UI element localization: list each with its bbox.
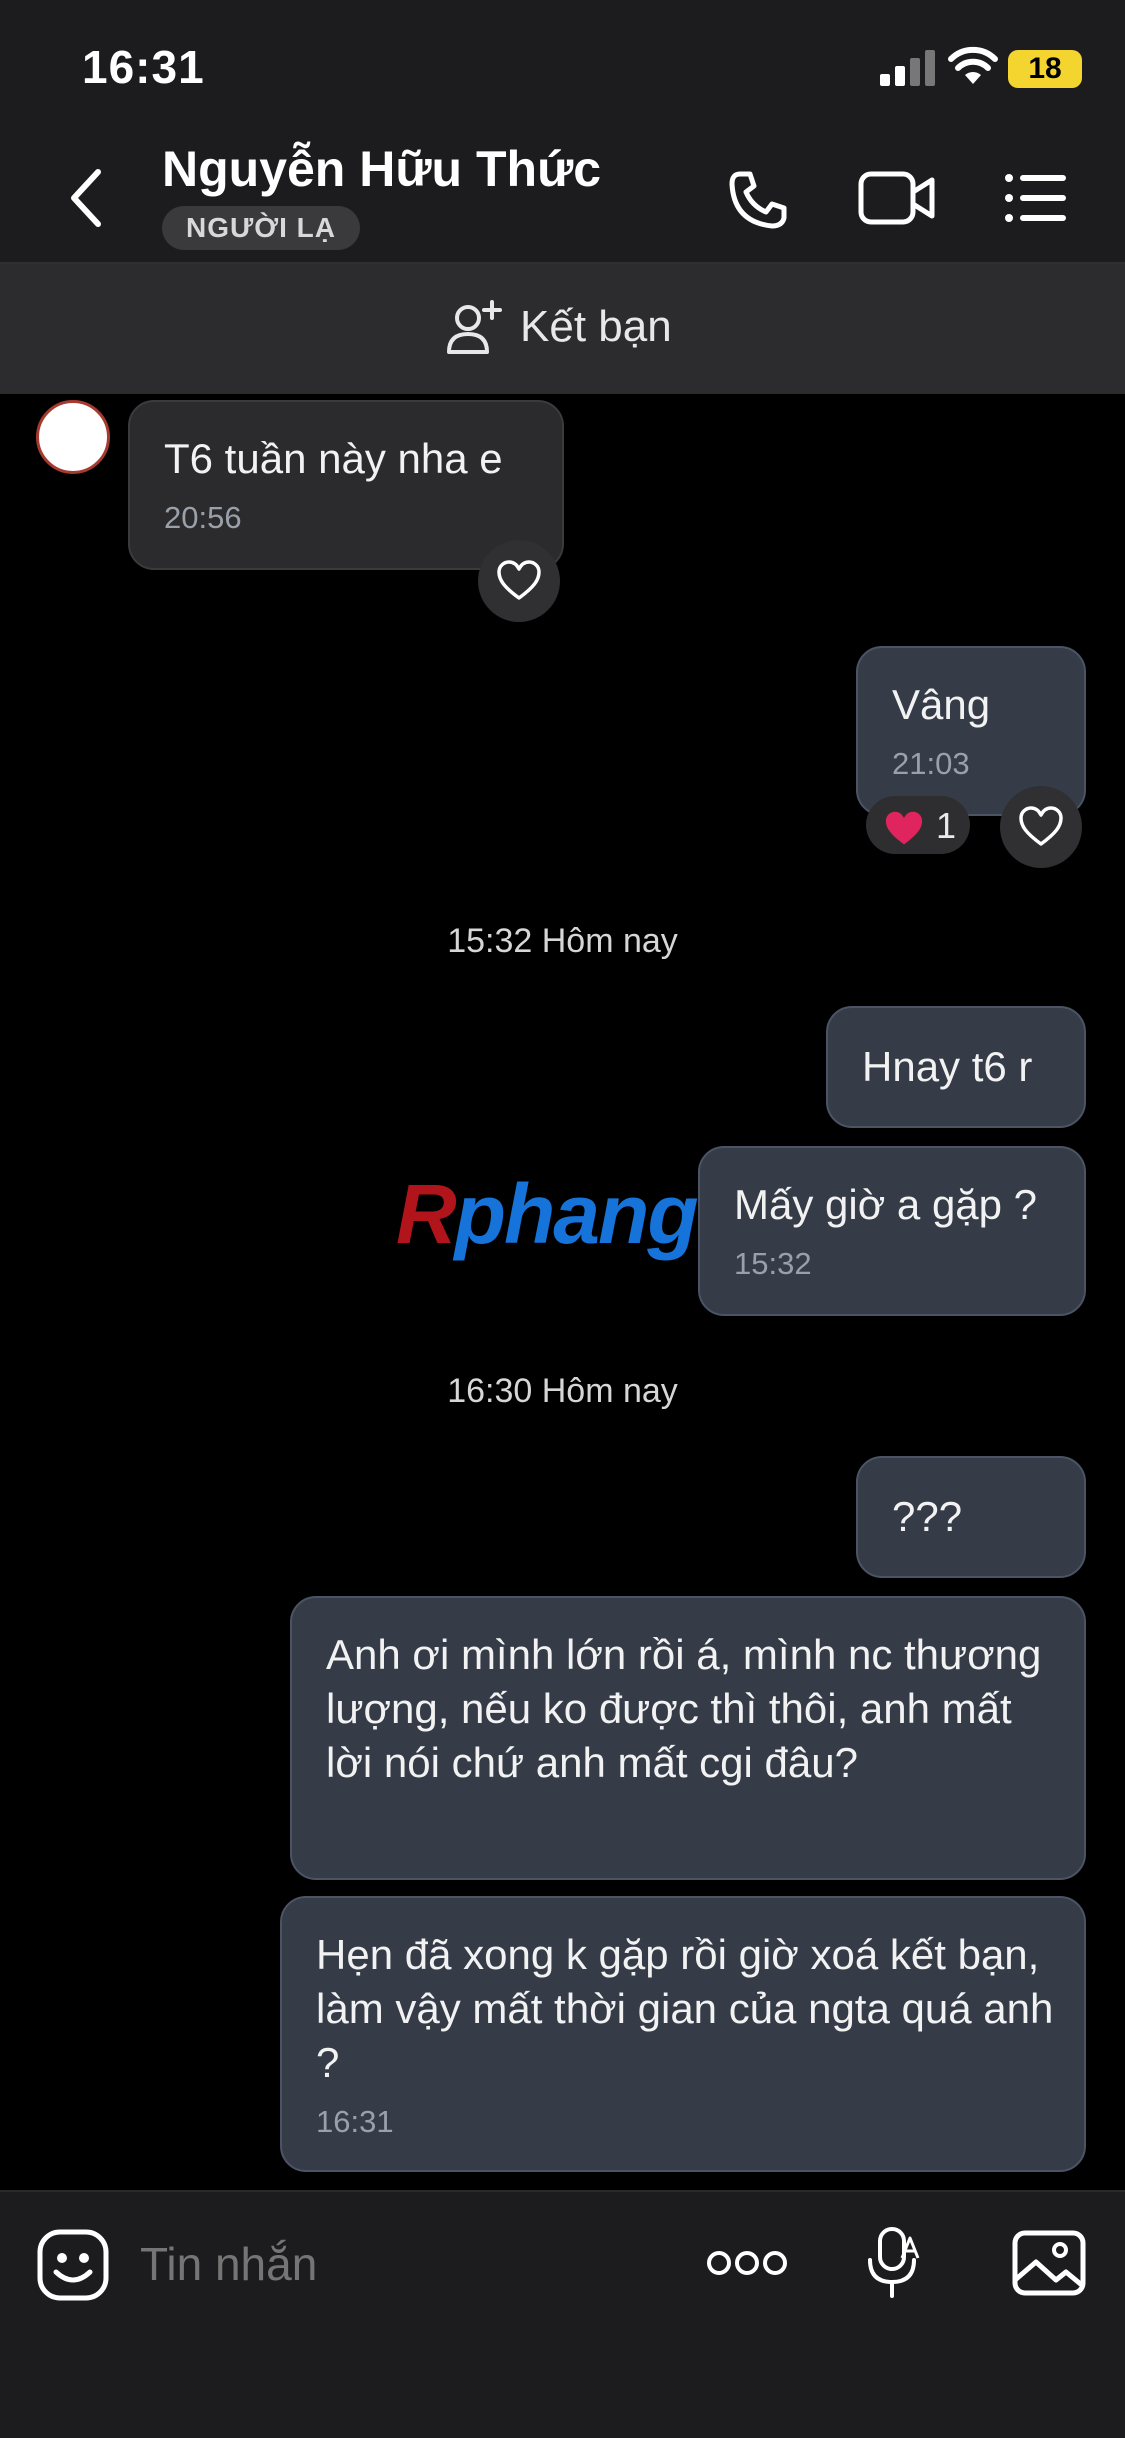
message-time: 21:03 <box>892 746 970 781</box>
photo-gallery-icon[interactable] <box>1012 2230 1086 2296</box>
heart-outline-icon <box>1019 806 1063 846</box>
add-friend-icon[interactable] <box>446 300 502 356</box>
cellular-signal-icon <box>880 50 935 86</box>
message-text: Vâng <box>892 681 991 728</box>
message-text: Hnay t6 r <box>862 1043 1033 1090</box>
message-text: ??? <box>892 1493 963 1540</box>
like-button[interactable] <box>1000 786 1082 868</box>
voice-to-text-mic-icon[interactable] <box>866 2226 922 2300</box>
message-text: T6 tuần này nha e <box>164 435 503 482</box>
video-call-icon[interactable] <box>858 170 936 226</box>
message-bubble-outgoing[interactable]: Hnay t6 r <box>826 1006 1086 1128</box>
time-divider: 15:32 Hôm nay <box>447 922 678 960</box>
phone-call-icon[interactable] <box>726 168 790 232</box>
battery-level: 18 <box>1028 52 1062 85</box>
message-text: Mấy giờ a gặp ? <box>734 1181 1038 1228</box>
heart-filled-icon <box>885 811 923 845</box>
message-time: 16:31 <box>316 2104 394 2139</box>
message-bubble-outgoing[interactable]: Mấy giờ a gặp ? 15:32 <box>698 1146 1086 1316</box>
message-text: Anh ơi mình lớn rồi á, mình nc thương lư… <box>326 1631 1042 1786</box>
add-friend-label[interactable]: Kết bạn <box>520 302 672 352</box>
message-bubble-outgoing[interactable]: Anh ơi mình lớn rồi á, mình nc thương lư… <box>290 1596 1086 1880</box>
watermark-logo: Rphang <box>396 1167 699 1261</box>
more-options-icon[interactable] <box>706 2250 788 2276</box>
menu-list-icon[interactable] <box>1004 172 1068 224</box>
back-chevron-icon[interactable] <box>66 166 106 230</box>
message-time: 20:56 <box>164 500 242 535</box>
status-time: 16:31 <box>82 41 205 93</box>
like-button[interactable] <box>478 540 560 622</box>
message-composer <box>0 2190 1125 2438</box>
message-input[interactable] <box>140 2234 660 2294</box>
message-text: Hẹn đã xong k gặp rồi giờ xoá kết bạn, l… <box>316 1931 1054 2086</box>
contact-avatar[interactable] <box>36 400 110 474</box>
heart-outline-icon <box>497 560 541 600</box>
reaction-count: 1 <box>936 805 957 846</box>
message-bubble-outgoing[interactable]: Hẹn đã xong k gặp rồi giờ xoá kết bạn, l… <box>280 1896 1086 2172</box>
message-time: 15:32 <box>734 1246 812 1281</box>
stranger-badge: NGƯỜI LẠ <box>162 206 360 250</box>
wifi-icon <box>948 46 998 84</box>
message-bubble-outgoing[interactable]: ??? <box>856 1456 1086 1578</box>
battery-icon: 18 <box>1008 50 1082 88</box>
emoji-sticker-icon[interactable] <box>36 2228 110 2302</box>
time-divider: 16:30 Hôm nay <box>447 1372 678 1410</box>
contact-name[interactable]: Nguyễn Hữu Thức <box>162 140 601 198</box>
